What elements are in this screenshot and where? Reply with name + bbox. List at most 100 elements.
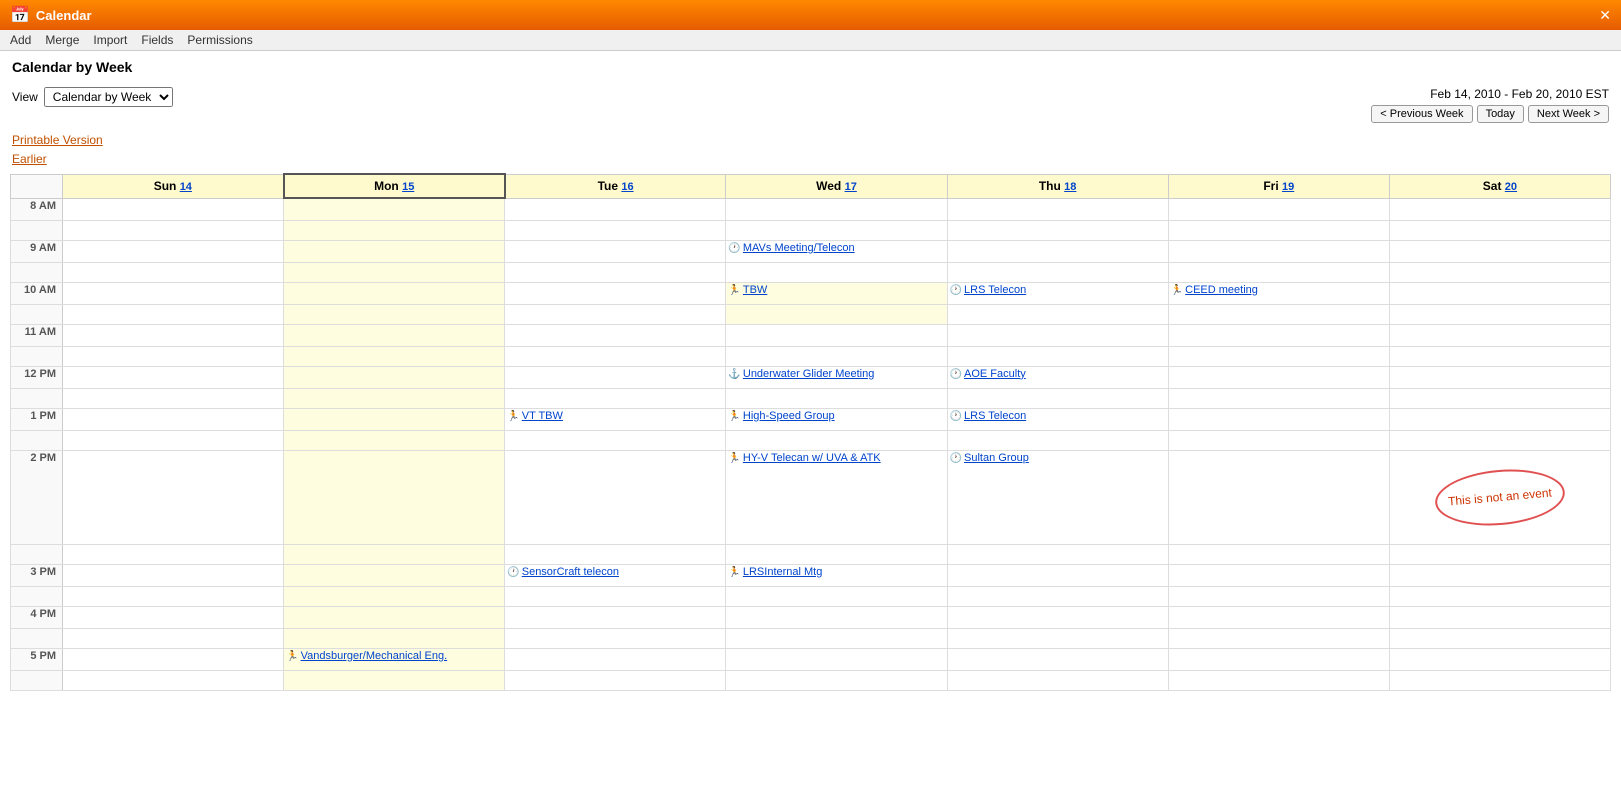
clock-icon4: 🕐: [950, 411, 962, 422]
menu-fields[interactable]: Fields: [141, 33, 173, 47]
close-icon[interactable]: ✕: [1599, 7, 1611, 24]
menubar: Add Merge Import Fields Permissions: [0, 30, 1621, 51]
menu-merge[interactable]: Merge: [45, 33, 79, 47]
col-fri: Fri 19: [1168, 174, 1389, 198]
sun-date-link[interactable]: 14: [180, 181, 192, 193]
table-row: 4 PM: [11, 606, 1611, 628]
time-2pm: 2 PM: [11, 450, 63, 544]
cell-mon-1130: [284, 346, 505, 366]
cell-sun-2pm: [63, 450, 284, 544]
event-lrs-link[interactable]: LRS Telecon: [964, 284, 1026, 296]
cell-tue-230: [505, 544, 726, 564]
cell-thu-8am: [947, 198, 1168, 220]
event-aoe: 🕐 AOE Faculty: [950, 368, 1166, 380]
event-mavs-link[interactable]: MAVs Meeting/Telecon: [743, 242, 855, 254]
cell-tue-830: [505, 220, 726, 240]
page-title: Calendar by Week: [12, 59, 1609, 75]
event-underwater: ⚓ Underwater Glider Meeting: [728, 368, 944, 380]
col-thu: Thu 18: [947, 174, 1168, 198]
event-lrs-telecon2-link[interactable]: LRS Telecon: [964, 410, 1026, 422]
cell-fri-230: [1168, 544, 1389, 564]
menu-import[interactable]: Import: [93, 33, 127, 47]
menu-add[interactable]: Add: [10, 33, 31, 47]
event-tbw-link[interactable]: TBW: [743, 284, 767, 296]
event-vandsburger-link[interactable]: Vandsburger/Mechanical Eng.: [301, 650, 448, 662]
cell-wed-830: [726, 220, 947, 240]
run-icon6: 🏃: [728, 567, 740, 578]
event-vt-tbw-link[interactable]: VT TBW: [522, 410, 563, 422]
cell-tue-2pm: [505, 450, 726, 544]
time-1130: [11, 346, 63, 366]
prev-week-button[interactable]: < Previous Week: [1371, 105, 1472, 123]
cell-sat-230: [1389, 544, 1610, 564]
cell-fri-5pm: [1168, 648, 1389, 670]
cell-wed-1030: [726, 304, 947, 324]
event-aoe-link[interactable]: AOE Faculty: [964, 368, 1026, 380]
cell-fri-12pm: [1168, 366, 1389, 388]
col-sun: Sun 14: [63, 174, 284, 198]
cell-fri-9am: [1168, 240, 1389, 262]
titlebar: 📅 Calendar ✕: [0, 0, 1621, 30]
cell-thu-830: [947, 220, 1168, 240]
event-hyv-link[interactable]: HY-V Telecan w/ UVA & ATK: [743, 452, 881, 464]
time-3pm: 3 PM: [11, 564, 63, 586]
menu-permissions[interactable]: Permissions: [187, 33, 252, 47]
event-sultan-link[interactable]: Sultan Group: [964, 452, 1029, 464]
thu-date-link[interactable]: 18: [1064, 181, 1076, 193]
cell-fri-3pm: [1168, 564, 1389, 586]
cell-fri-130: [1168, 430, 1389, 450]
cell-tue-5pm: [505, 648, 726, 670]
cell-sat-9am: [1389, 240, 1610, 262]
cell-sun-4pm: [63, 606, 284, 628]
mon-date-link[interactable]: 15: [402, 181, 414, 193]
tue-date-link[interactable]: 16: [621, 181, 633, 193]
cell-mon-11am: [284, 324, 505, 346]
cell-sat-330: [1389, 586, 1610, 606]
cell-thu-9am: [947, 240, 1168, 262]
clock-icon5: 🕐: [950, 453, 962, 464]
table-row: 10 AM 🏃 TBW 🕐 LRS Telecon: [11, 282, 1611, 304]
table-row: 2 PM 🏃 HY-V Telecan w/ UVA & ATK 🕐 Sulta…: [11, 450, 1611, 544]
table-row: [11, 388, 1611, 408]
cell-wed-4pm: [726, 606, 947, 628]
time-9am: 9 AM: [11, 240, 63, 262]
printable-version-link[interactable]: Printable Version: [12, 131, 1609, 150]
run-icon5: 🏃: [728, 453, 740, 464]
cell-mon-930: [284, 262, 505, 282]
time-12pm: 12 PM: [11, 366, 63, 388]
cell-thu-4pm: [947, 606, 1168, 628]
cell-thu-1pm: 🕐 LRS Telecon: [947, 408, 1168, 430]
event-lrs-telecon: 🕐 LRS Telecon: [950, 284, 1166, 296]
view-select[interactable]: Calendar by Week: [44, 87, 173, 107]
cell-sun-3pm: [63, 564, 284, 586]
clock-icon: 🕐: [728, 243, 740, 254]
event-highspeed-link[interactable]: High-Speed Group: [743, 410, 835, 422]
not-event-annotation: This is not an event: [1433, 464, 1567, 530]
wed-date-link[interactable]: 17: [845, 181, 857, 193]
event-sensorcraft-link[interactable]: SensorCraft telecon: [522, 566, 619, 578]
page-header: Calendar by Week: [0, 51, 1621, 85]
fri-date-link[interactable]: 19: [1282, 181, 1294, 193]
event-ceed-link[interactable]: CEED meeting: [1185, 284, 1258, 296]
event-lrsinternal-link[interactable]: LRSInternal Mtg: [743, 566, 822, 578]
time-5pm: 5 PM: [11, 648, 63, 670]
earlier-link[interactable]: Earlier: [12, 150, 1609, 169]
cell-fri-1pm: [1168, 408, 1389, 430]
cell-sun-12pm: [63, 366, 284, 388]
cell-wed-9am: 🕐 MAVs Meeting/Telecon: [726, 240, 947, 262]
table-row: [11, 346, 1611, 366]
event-highspeed: 🏃 High-Speed Group: [728, 410, 944, 422]
sat-date-link[interactable]: 20: [1505, 181, 1517, 193]
cell-sun-830: [63, 220, 284, 240]
next-week-button[interactable]: Next Week >: [1528, 105, 1609, 123]
cell-sat-2pm: This is not an event: [1389, 450, 1610, 544]
cell-thu-10am: 🕐 LRS Telecon: [947, 282, 1168, 304]
cell-wed-930: [726, 262, 947, 282]
event-underwater-link[interactable]: Underwater Glider Meeting: [743, 368, 874, 380]
cell-sun-1130: [63, 346, 284, 366]
today-button[interactable]: Today: [1477, 105, 1524, 123]
cell-wed-12pm: ⚓ Underwater Glider Meeting: [726, 366, 947, 388]
cell-mon-5pm: 🏃 Vandsburger/Mechanical Eng.: [284, 648, 505, 670]
cell-sun-8am: [63, 198, 284, 220]
cell-wed-10am: 🏃 TBW: [726, 282, 947, 304]
